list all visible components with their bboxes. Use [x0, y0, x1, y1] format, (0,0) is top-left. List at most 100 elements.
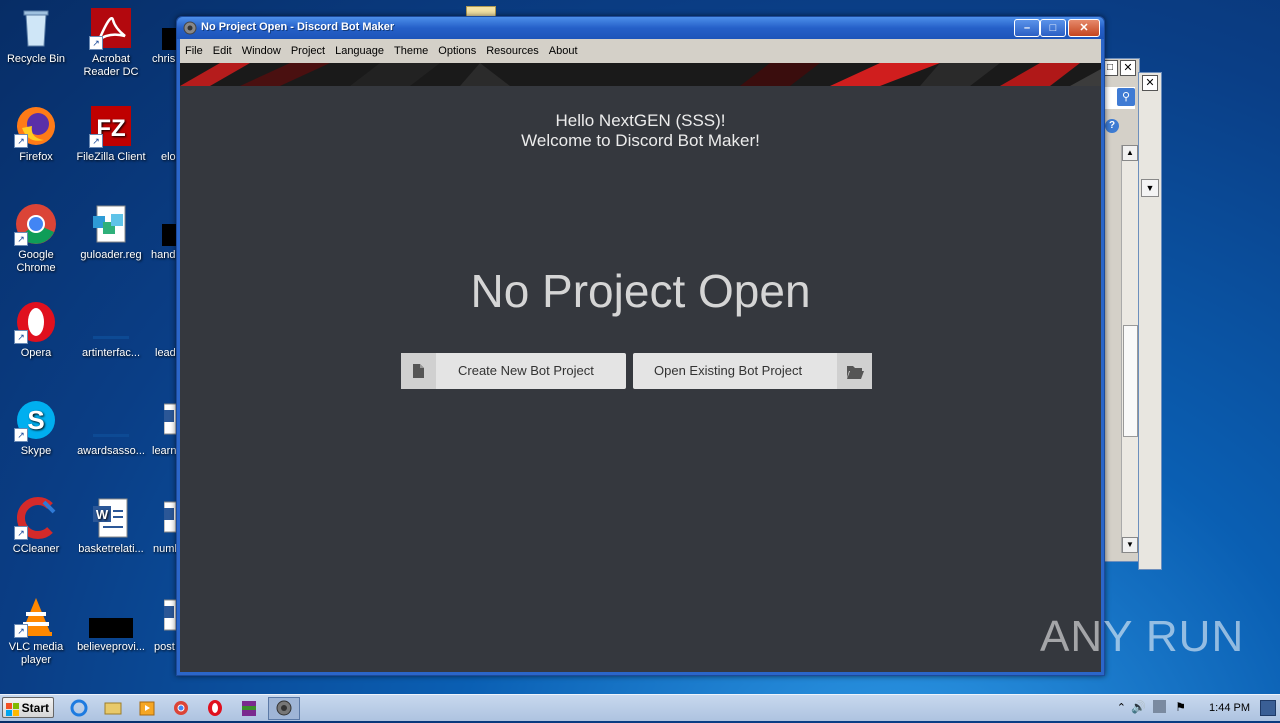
close-icon[interactable]: ✕: [1120, 60, 1136, 76]
maximize-icon: □: [1049, 22, 1057, 34]
desktop-icon-label: chris: [152, 53, 176, 65]
show-hidden-icons[interactable]: ⌃: [1117, 701, 1126, 714]
desktop-icon-awardsasso[interactable]: awardsasso...: [75, 398, 147, 458]
file-icon: [162, 6, 176, 50]
help-icon[interactable]: ?: [1105, 119, 1119, 133]
black-file-icon: [89, 594, 133, 640]
create-new-bot-project-button[interactable]: Create New Bot Project: [401, 353, 626, 389]
open-existing-bot-project-button[interactable]: Open Existing Bot Project: [633, 353, 872, 389]
menu-resources[interactable]: Resources: [481, 39, 544, 63]
discord-bot-maker-window[interactable]: No Project Open - Discord Bot Maker – □ …: [176, 16, 1105, 676]
desktop-icon-label: Opera: [20, 347, 52, 359]
svg-text:S: S: [27, 405, 44, 435]
scrollbar[interactable]: ▲ ▼: [1121, 145, 1138, 553]
close-icon: ✕: [1079, 22, 1089, 34]
desktop-icon-ccleaner[interactable]: ↗ CCleaner: [0, 496, 72, 556]
recycle-bin-icon: [14, 6, 58, 50]
desktop-icon-opera[interactable]: ↗ Opera: [0, 300, 72, 360]
firefox-icon: ↗: [14, 104, 58, 148]
menu-window[interactable]: Window: [237, 39, 286, 63]
minimize-icon: –: [1023, 22, 1031, 34]
word-document-icon: [163, 398, 177, 442]
desktop-icon-learn[interactable]: learn: [140, 398, 180, 458]
blank-file-icon: [89, 300, 133, 344]
clock[interactable]: 1:44 PM: [1209, 695, 1250, 721]
taskbar-winrar-button[interactable]: [236, 698, 262, 718]
file-icon: [162, 104, 176, 148]
scroll-down-icon[interactable]: ▼: [1122, 537, 1138, 553]
desktop-icon-elo[interactable]: elo: [140, 104, 180, 164]
window-title: No Project Open - Discord Bot Maker: [201, 21, 395, 33]
taskbar-media-button[interactable]: [134, 698, 160, 718]
desktop-icon-label: hand: [151, 249, 176, 261]
desktop-icon-guloader-reg[interactable]: guloader.reg: [75, 202, 147, 262]
desktop-icon-firefox[interactable]: ↗ Firefox: [0, 104, 72, 164]
background-window-2[interactable]: ✕ ▼: [1138, 72, 1162, 570]
scroll-thumb[interactable]: [1123, 325, 1138, 437]
desktop-icon-post[interactable]: post: [140, 594, 180, 654]
menu-language[interactable]: Language: [330, 39, 389, 63]
desktop-icon-acrobat[interactable]: ↗ Acrobat Reader DC: [75, 6, 147, 79]
taskbar-chrome-button[interactable]: [168, 698, 194, 718]
close-icon[interactable]: ✕: [1142, 75, 1158, 91]
menu-about[interactable]: About: [544, 39, 583, 63]
desktop-icon-vlc[interactable]: ↗ VLC media player: [0, 594, 72, 667]
desktop-icon-label: lead: [155, 347, 176, 359]
ccleaner-icon: ↗: [14, 496, 58, 540]
word-document-icon: [163, 496, 177, 540]
menu-bar: File Edit Window Project Language Theme Option…: [180, 39, 1101, 63]
svg-text:W: W: [96, 507, 109, 522]
anyrun-watermark: ANY RUN: [1040, 612, 1245, 661]
filezilla-icon: FZ ↗: [89, 104, 133, 148]
word-document-icon: W: [89, 496, 133, 540]
close-button[interactable]: ✕: [1068, 19, 1100, 37]
action-center-flag-icon[interactable]: ⚑: [1175, 700, 1186, 714]
menu-options[interactable]: Options: [433, 39, 481, 63]
background-window-1[interactable]: □ ✕ ⚲ ? ▲ ▼: [1100, 58, 1140, 562]
desktop-icon-artinterface[interactable]: artinterfac...: [75, 300, 147, 360]
search-icon[interactable]: ⚲: [1117, 88, 1135, 106]
title-bar[interactable]: No Project Open - Discord Bot Maker – □ …: [177, 17, 1104, 39]
desktop-icon-skype[interactable]: S ↗ Skype: [0, 398, 72, 458]
network-icon[interactable]: [1153, 700, 1166, 713]
desktop-icon-hand[interactable]: hand: [140, 202, 180, 262]
start-button[interactable]: Start: [2, 697, 54, 718]
menu-project[interactable]: Project: [286, 39, 330, 63]
desktop-icon-recycle-bin[interactable]: Recycle Bin: [0, 6, 72, 66]
desktop-icon-google-chrome[interactable]: ↗ Google Chrome: [0, 202, 72, 275]
desktop-icon-label: learn: [152, 445, 177, 457]
desktop-icon-filezilla[interactable]: FZ ↗ FileZilla Client: [75, 104, 147, 164]
menu-file[interactable]: File: [180, 39, 208, 63]
desktop-icon-label: basketrelati...: [78, 543, 144, 555]
menu-edit[interactable]: Edit: [208, 39, 237, 63]
menu-theme[interactable]: Theme: [389, 39, 433, 63]
file-icon: [162, 300, 176, 344]
desktop-icon-label: elo: [161, 151, 176, 163]
blank-file-icon: [89, 398, 133, 442]
taskbar-discord-bot-maker-button[interactable]: [268, 697, 300, 720]
acrobat-icon: ↗: [89, 6, 133, 50]
internet-explorer-icon: [70, 699, 88, 717]
desktop-icon-label: CCleaner: [12, 543, 60, 555]
desktop-icon-label: post: [154, 641, 175, 653]
header-banner: [180, 63, 1101, 86]
taskbar-opera-button[interactable]: [202, 698, 228, 718]
taskbar-explorer-button[interactable]: [100, 698, 126, 718]
media-player-icon: [139, 701, 155, 716]
desktop-icon-chris[interactable]: chris: [140, 6, 180, 66]
start-label: Start: [21, 701, 49, 715]
desktop-icon-basketrelati[interactable]: W basketrelati...: [75, 496, 147, 556]
windows-logo-icon: [6, 702, 19, 716]
volume-icon[interactable]: 🔊: [1131, 700, 1146, 714]
desktop-icon-numb[interactable]: numb: [140, 496, 180, 556]
taskbar-ie-button[interactable]: [66, 698, 92, 718]
show-desktop-button[interactable]: [1260, 700, 1276, 716]
open-button-label: Open Existing Bot Project: [654, 363, 803, 378]
desktop-icon-label: VLC media player: [8, 641, 64, 666]
scroll-up-icon[interactable]: ▲: [1122, 145, 1138, 161]
minimize-button[interactable]: –: [1014, 19, 1040, 37]
maximize-button[interactable]: □: [1040, 19, 1066, 37]
dropdown-arrow-icon[interactable]: ▼: [1141, 179, 1159, 197]
desktop-icon-lead[interactable]: lead: [140, 300, 180, 360]
desktop-icon-believeprovi[interactable]: believeprovi...: [75, 594, 147, 654]
